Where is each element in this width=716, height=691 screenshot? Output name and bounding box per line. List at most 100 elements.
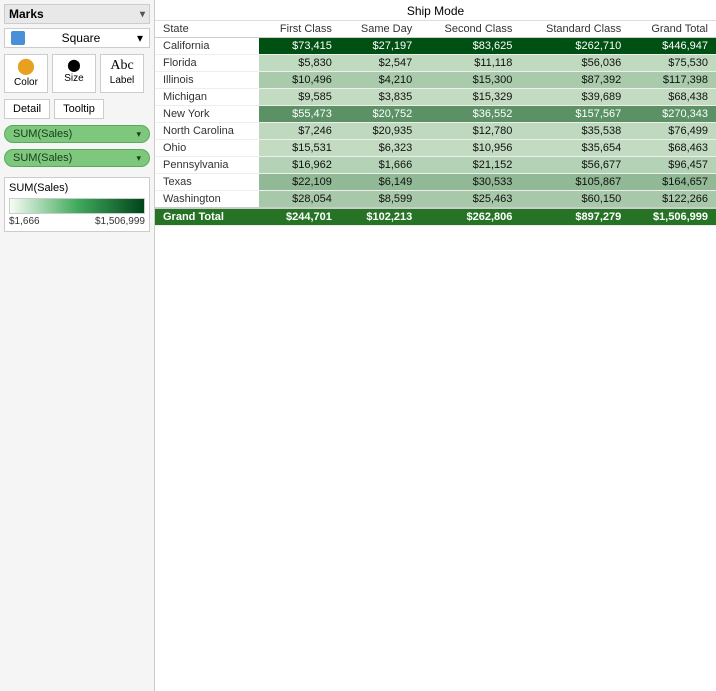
size-button[interactable]: ⬤ Size <box>52 54 96 93</box>
cell-state: Texas <box>155 174 259 191</box>
square-icon <box>11 31 25 45</box>
tooltip-button[interactable]: Tooltip <box>54 99 104 119</box>
cell-standard_class: $105,867 <box>520 174 629 191</box>
cell-grand_total: $117,398 <box>629 72 716 89</box>
cell-second_class: $21,152 <box>420 157 520 174</box>
legend-max: $1,506,999 <box>95 216 145 227</box>
table-row: Texas$22,109$6,149$30,533$105,867$164,65… <box>155 174 716 191</box>
cell-second_class: $15,300 <box>420 72 520 89</box>
cell-second_class: $10,956 <box>420 140 520 157</box>
cell-state: California <box>155 38 259 55</box>
data-table: State First Class Same Day Second Class … <box>155 21 716 226</box>
cell-second_class: $83,625 <box>420 38 520 55</box>
size-icon: ⬤ <box>67 59 80 71</box>
table-row: Washington$28,054$8,599$25,463$60,150$12… <box>155 191 716 209</box>
col-header-first-class: First Class <box>259 21 340 38</box>
ship-mode-header: Ship Mode <box>155 0 716 21</box>
cell-first_class: $9,585 <box>259 89 340 106</box>
legend-gradient <box>9 198 145 214</box>
sidebar: Marks ▾ Square ▾ ⬤ Color ⬤ Size Abc Labe… <box>0 0 155 691</box>
legend-title: SUM(Sales) <box>9 182 145 194</box>
table-row: Pennsylvania$16,962$1,666$21,152$56,677$… <box>155 157 716 174</box>
label-label: Label <box>110 75 134 86</box>
cell-same_day: $8,599 <box>340 191 420 209</box>
cell-state: Ohio <box>155 140 259 157</box>
col-header-standard-class: Standard Class <box>520 21 629 38</box>
cell-first_class: $73,415 <box>259 38 340 55</box>
legend-section: SUM(Sales) $1,666 $1,506,999 <box>4 177 150 232</box>
cell-standard_class: $157,567 <box>520 106 629 123</box>
cell-same_day: $27,197 <box>340 38 420 55</box>
cell-standard_class: $39,689 <box>520 89 629 106</box>
col-header-grand-total: Grand Total <box>629 21 716 38</box>
table-header-row: State First Class Same Day Second Class … <box>155 21 716 38</box>
grand-total-cell-standard_class: $897,279 <box>520 208 629 226</box>
col-header-same-day: Same Day <box>340 21 420 38</box>
col-header-state: State <box>155 21 259 38</box>
cell-state: Michigan <box>155 89 259 106</box>
cell-first_class: $22,109 <box>259 174 340 191</box>
cell-second_class: $12,780 <box>420 123 520 140</box>
tooltip-label: Tooltip <box>63 103 95 115</box>
cell-second_class: $11,118 <box>420 55 520 72</box>
grand-total-row: Grand Total$244,701$102,213$262,806$897,… <box>155 208 716 226</box>
pill-1-chevron-icon: ▾ <box>136 129 141 140</box>
cell-same_day: $4,210 <box>340 72 420 89</box>
color-button[interactable]: ⬤ Color <box>4 54 48 93</box>
marks-detail-row: Detail Tooltip <box>4 99 150 119</box>
color-icon: ⬤ <box>17 59 35 75</box>
cell-standard_class: $87,392 <box>520 72 629 89</box>
col-header-second-class: Second Class <box>420 21 520 38</box>
cell-first_class: $10,496 <box>259 72 340 89</box>
cell-grand_total: $96,457 <box>629 157 716 174</box>
cell-standard_class: $60,150 <box>520 191 629 209</box>
label-icon: Abc <box>110 59 133 73</box>
cell-state: Illinois <box>155 72 259 89</box>
cell-state: Washington <box>155 191 259 209</box>
cell-grand_total: $75,530 <box>629 55 716 72</box>
table-row: North Carolina$7,246$20,935$12,780$35,53… <box>155 123 716 140</box>
cell-same_day: $6,323 <box>340 140 420 157</box>
cell-first_class: $5,830 <box>259 55 340 72</box>
cell-grand_total: $68,463 <box>629 140 716 157</box>
pill-sum-sales-2[interactable]: SUM(Sales) ▾ <box>4 149 150 167</box>
cell-first_class: $16,962 <box>259 157 340 174</box>
cell-standard_class: $56,036 <box>520 55 629 72</box>
cell-second_class: $36,552 <box>420 106 520 123</box>
table-row: Florida$5,830$2,547$11,118$56,036$75,530 <box>155 55 716 72</box>
pill-sum-sales-1[interactable]: SUM(Sales) ▾ <box>4 125 150 143</box>
size-label: Size <box>64 73 83 84</box>
cell-grand_total: $446,947 <box>629 38 716 55</box>
cell-first_class: $15,531 <box>259 140 340 157</box>
marks-chevron-icon: ▾ <box>140 9 145 20</box>
marks-label: Marks <box>9 7 44 21</box>
grand-total-cell-grand_total: $1,506,999 <box>629 208 716 226</box>
cell-first_class: $28,054 <box>259 191 340 209</box>
color-label: Color <box>14 77 38 88</box>
main-content: Ship Mode State First Class Same Day Sec… <box>155 0 716 691</box>
cell-standard_class: $56,677 <box>520 157 629 174</box>
cell-second_class: $15,329 <box>420 89 520 106</box>
grand-total-cell-first_class: $244,701 <box>259 208 340 226</box>
cell-first_class: $7,246 <box>259 123 340 140</box>
cell-same_day: $2,547 <box>340 55 420 72</box>
cell-grand_total: $164,657 <box>629 174 716 191</box>
grand-total-cell-state: Grand Total <box>155 208 259 226</box>
detail-button[interactable]: Detail <box>4 99 50 119</box>
cell-grand_total: $76,499 <box>629 123 716 140</box>
cell-second_class: $25,463 <box>420 191 520 209</box>
grand-total-cell-second_class: $262,806 <box>420 208 520 226</box>
grand-total-cell-same_day: $102,213 <box>340 208 420 226</box>
cell-standard_class: $35,538 <box>520 123 629 140</box>
cell-first_class: $55,473 <box>259 106 340 123</box>
cell-grand_total: $270,343 <box>629 106 716 123</box>
cell-standard_class: $262,710 <box>520 38 629 55</box>
label-button[interactable]: Abc Label <box>100 54 144 93</box>
cell-same_day: $1,666 <box>340 157 420 174</box>
table-row: California$73,415$27,197$83,625$262,710$… <box>155 38 716 55</box>
cell-same_day: $20,752 <box>340 106 420 123</box>
pill-2-label: SUM(Sales) <box>13 152 72 164</box>
shape-selector[interactable]: Square ▾ <box>4 28 150 48</box>
pill-1-label: SUM(Sales) <box>13 128 72 140</box>
cell-second_class: $30,533 <box>420 174 520 191</box>
